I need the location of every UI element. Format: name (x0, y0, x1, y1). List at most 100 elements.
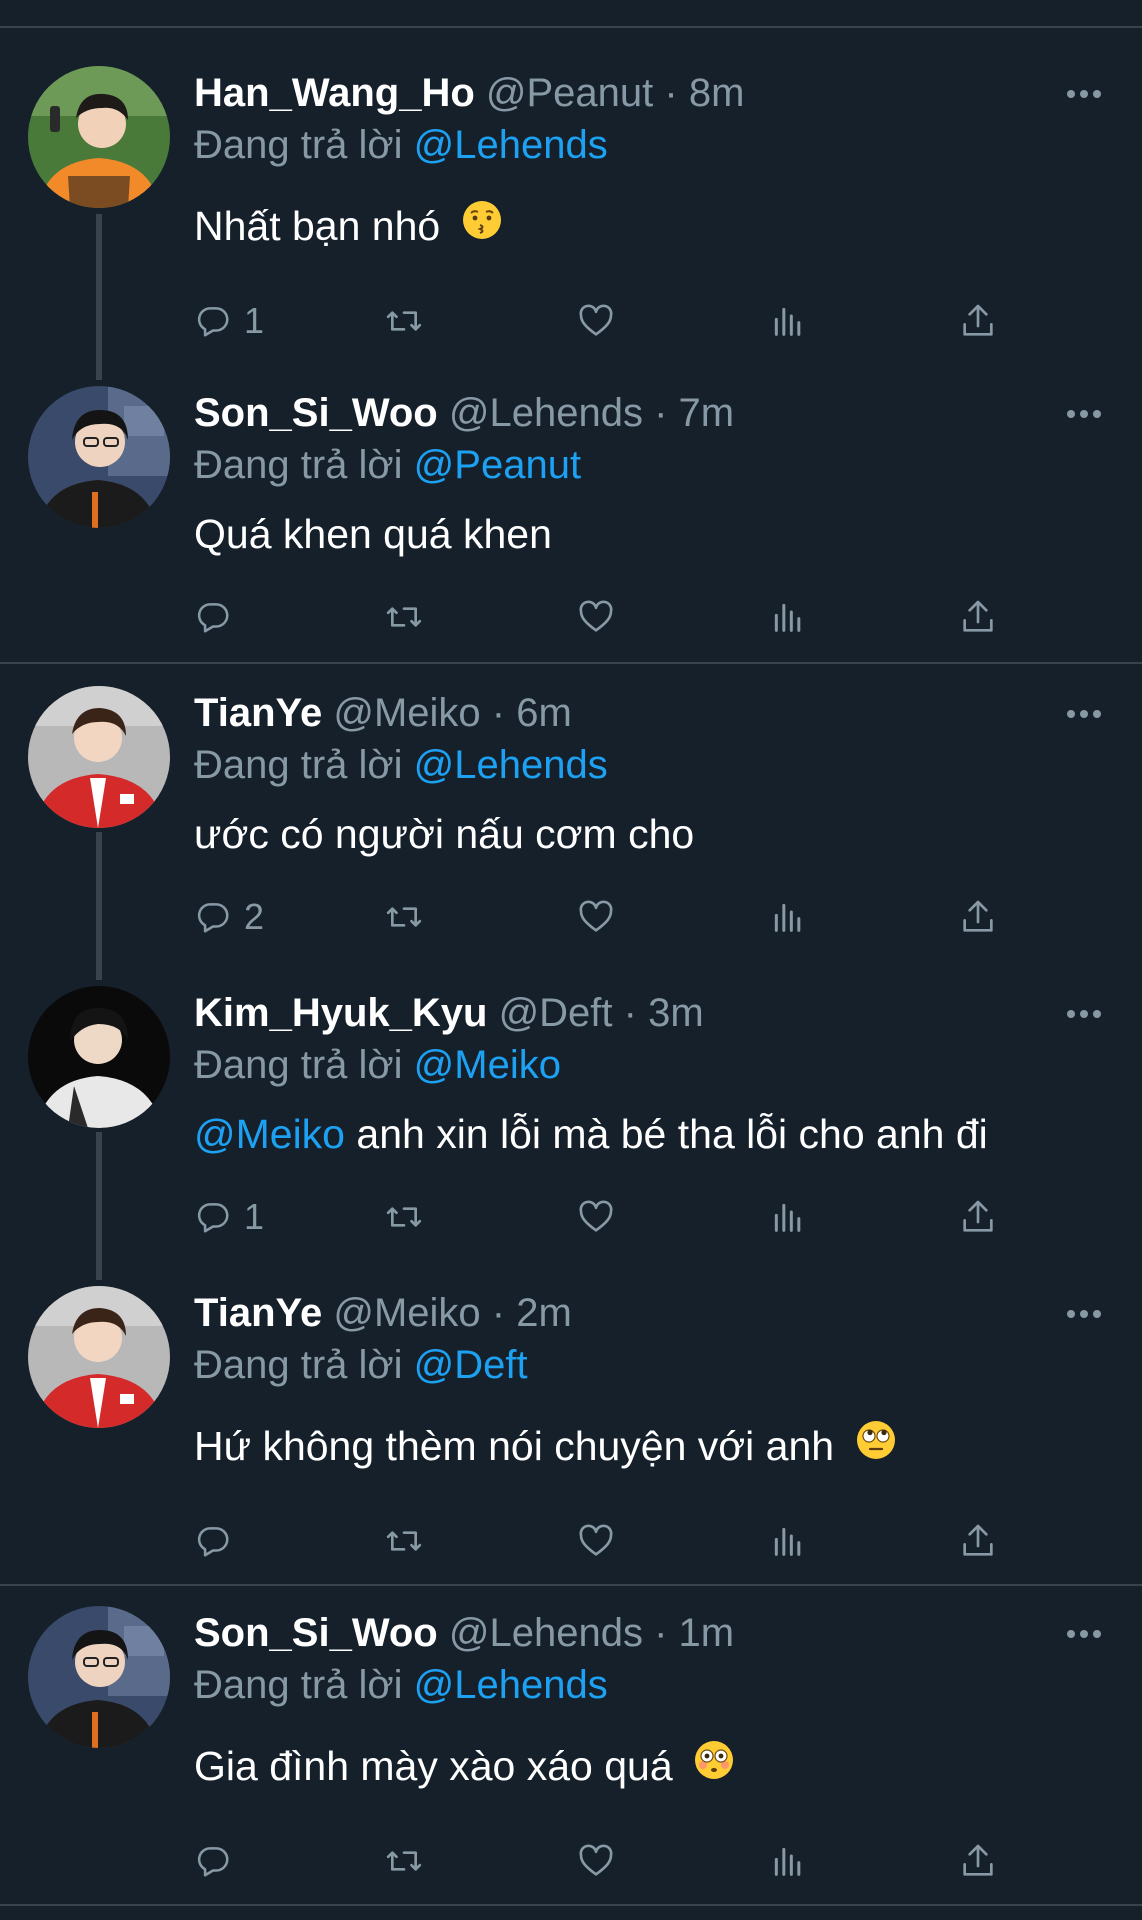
flushed-face-icon (694, 1740, 734, 1792)
tweet-text: Quá khen quá khen (194, 508, 552, 560)
like-button[interactable] (576, 296, 616, 346)
timestamp[interactable]: 7m (679, 391, 735, 435)
more-icon[interactable] (1058, 994, 1110, 1034)
display-name[interactable]: Son_Si_Woo (194, 1611, 438, 1655)
display-name[interactable]: Han_Wang_Ho (194, 71, 475, 115)
replying-mention[interactable]: @Lehends (414, 123, 608, 167)
avatar[interactable] (28, 986, 170, 1128)
display-name[interactable]: TianYe (194, 1291, 322, 1335)
reply-icon (197, 603, 229, 633)
analytics-icon (774, 307, 801, 336)
analytics-button[interactable] (768, 296, 808, 346)
like-button[interactable] (576, 1836, 616, 1886)
action-bar (194, 1836, 1024, 1886)
reply-button[interactable]: 1 (194, 296, 264, 346)
tweet[interactable]: TianYe @Meiko · 2m Đang trả lời @Deft Hứ… (0, 1286, 1142, 1576)
share-icon (963, 1844, 993, 1876)
reply-icon (197, 1527, 229, 1557)
user-handle[interactable]: @Lehends (449, 391, 643, 435)
display-name[interactable]: Kim_Hyuk_Kyu (194, 991, 487, 1035)
timestamp[interactable]: 8m (689, 71, 745, 115)
action-bar (194, 1516, 1024, 1566)
tweet-header: TianYe @Meiko · 2m (194, 1288, 572, 1338)
user-handle[interactable]: @Deft (499, 991, 613, 1035)
retweet-button[interactable] (384, 892, 424, 942)
analytics-button[interactable] (768, 592, 808, 642)
share-icon (963, 1524, 993, 1556)
reply-button[interactable] (194, 1516, 244, 1566)
more-icon[interactable] (1058, 74, 1110, 114)
display-name[interactable]: Son_Si_Woo (194, 391, 438, 435)
kissing-face-icon (462, 200, 502, 252)
tweet[interactable]: Kim_Hyuk_Kyu @Deft · 3m Đang trả lời @Me… (0, 986, 1142, 1246)
top-divider (0, 26, 1142, 28)
avatar[interactable] (28, 686, 170, 828)
like-button[interactable] (576, 892, 616, 942)
more-icon[interactable] (1058, 1614, 1110, 1654)
reply-button[interactable]: 1 (194, 1192, 264, 1242)
replying-label: Đang trả lời (194, 1343, 403, 1387)
replying-mention[interactable]: @Deft (414, 1343, 528, 1387)
like-button[interactable] (576, 1516, 616, 1566)
tweet[interactable]: Son_Si_Woo @Lehends · 1m Đang trả lời @L… (0, 1606, 1142, 1896)
share-icon (963, 900, 993, 932)
timestamp[interactable]: 2m (516, 1291, 572, 1335)
replying-mention[interactable]: @Peanut (414, 443, 581, 487)
user-handle[interactable]: @Peanut (486, 71, 653, 115)
avatar[interactable] (28, 386, 170, 528)
analytics-button[interactable] (768, 1192, 808, 1242)
avatar[interactable] (28, 1606, 170, 1748)
analytics-button[interactable] (768, 892, 808, 942)
replying-mention[interactable]: @Lehends (414, 1663, 608, 1707)
retweet-icon (386, 607, 422, 627)
reply-count: 1 (244, 300, 265, 341)
retweet-icon (386, 311, 422, 331)
replying-label: Đang trả lời (194, 443, 403, 487)
like-button[interactable] (576, 1192, 616, 1242)
like-button[interactable] (576, 592, 616, 642)
bottom-divider (0, 1904, 1142, 1906)
timestamp[interactable]: 3m (648, 991, 704, 1035)
tweet[interactable]: Han_Wang_Ho @Peanut · 8m Đang trả lời @L… (0, 66, 1142, 356)
reply-button[interactable] (194, 1836, 244, 1886)
share-button[interactable] (958, 1516, 998, 1566)
user-handle[interactable]: @Meiko (333, 1291, 480, 1335)
share-button[interactable] (958, 1192, 998, 1242)
more-icon[interactable] (1058, 394, 1110, 434)
reply-button[interactable] (194, 592, 244, 642)
avatar[interactable] (28, 1286, 170, 1428)
share-button[interactable] (958, 296, 998, 346)
timestamp[interactable]: 1m (679, 1611, 735, 1655)
share-button[interactable] (958, 892, 998, 942)
user-handle[interactable]: @Lehends (449, 1611, 643, 1655)
retweet-button[interactable] (384, 1516, 424, 1566)
reply-button[interactable]: 2 (194, 892, 264, 942)
tweet-header: Son_Si_Woo @Lehends · 7m (194, 388, 734, 438)
replying-to: Đang trả lời @Peanut (194, 440, 581, 490)
tweet[interactable]: TianYe @Meiko · 6m Đang trả lời @Lehends… (0, 686, 1142, 946)
share-button[interactable] (958, 1836, 998, 1886)
more-icon[interactable] (1058, 694, 1110, 734)
tweet-text: @Meiko anh xin lỗi mà bé tha lỗi cho anh… (194, 1108, 988, 1160)
body-mention[interactable]: @Meiko (194, 1111, 345, 1157)
user-handle[interactable]: @Meiko (333, 691, 480, 735)
like-icon (579, 304, 613, 336)
replying-mention[interactable]: @Lehends (414, 743, 608, 787)
retweet-button[interactable] (384, 1836, 424, 1886)
display-name[interactable]: TianYe (194, 691, 322, 735)
analytics-button[interactable] (768, 1516, 808, 1566)
tweet-header: Son_Si_Woo @Lehends · 1m (194, 1608, 734, 1658)
retweet-button[interactable] (384, 296, 424, 346)
avatar[interactable] (28, 66, 170, 208)
retweet-button[interactable] (384, 1192, 424, 1242)
retweet-icon (386, 1207, 422, 1227)
tweet[interactable]: Son_Si_Woo @Lehends · 7m Đang trả lời @P… (0, 386, 1142, 646)
analytics-button[interactable] (768, 1836, 808, 1886)
share-button[interactable] (958, 592, 998, 642)
timestamp[interactable]: 6m (516, 691, 572, 735)
tweet-text: ước có người nấu cơm cho (194, 808, 694, 860)
replying-mention[interactable]: @Meiko (414, 1043, 561, 1087)
retweet-button[interactable] (384, 592, 424, 642)
retweet-icon (386, 907, 422, 927)
more-icon[interactable] (1058, 1294, 1110, 1334)
